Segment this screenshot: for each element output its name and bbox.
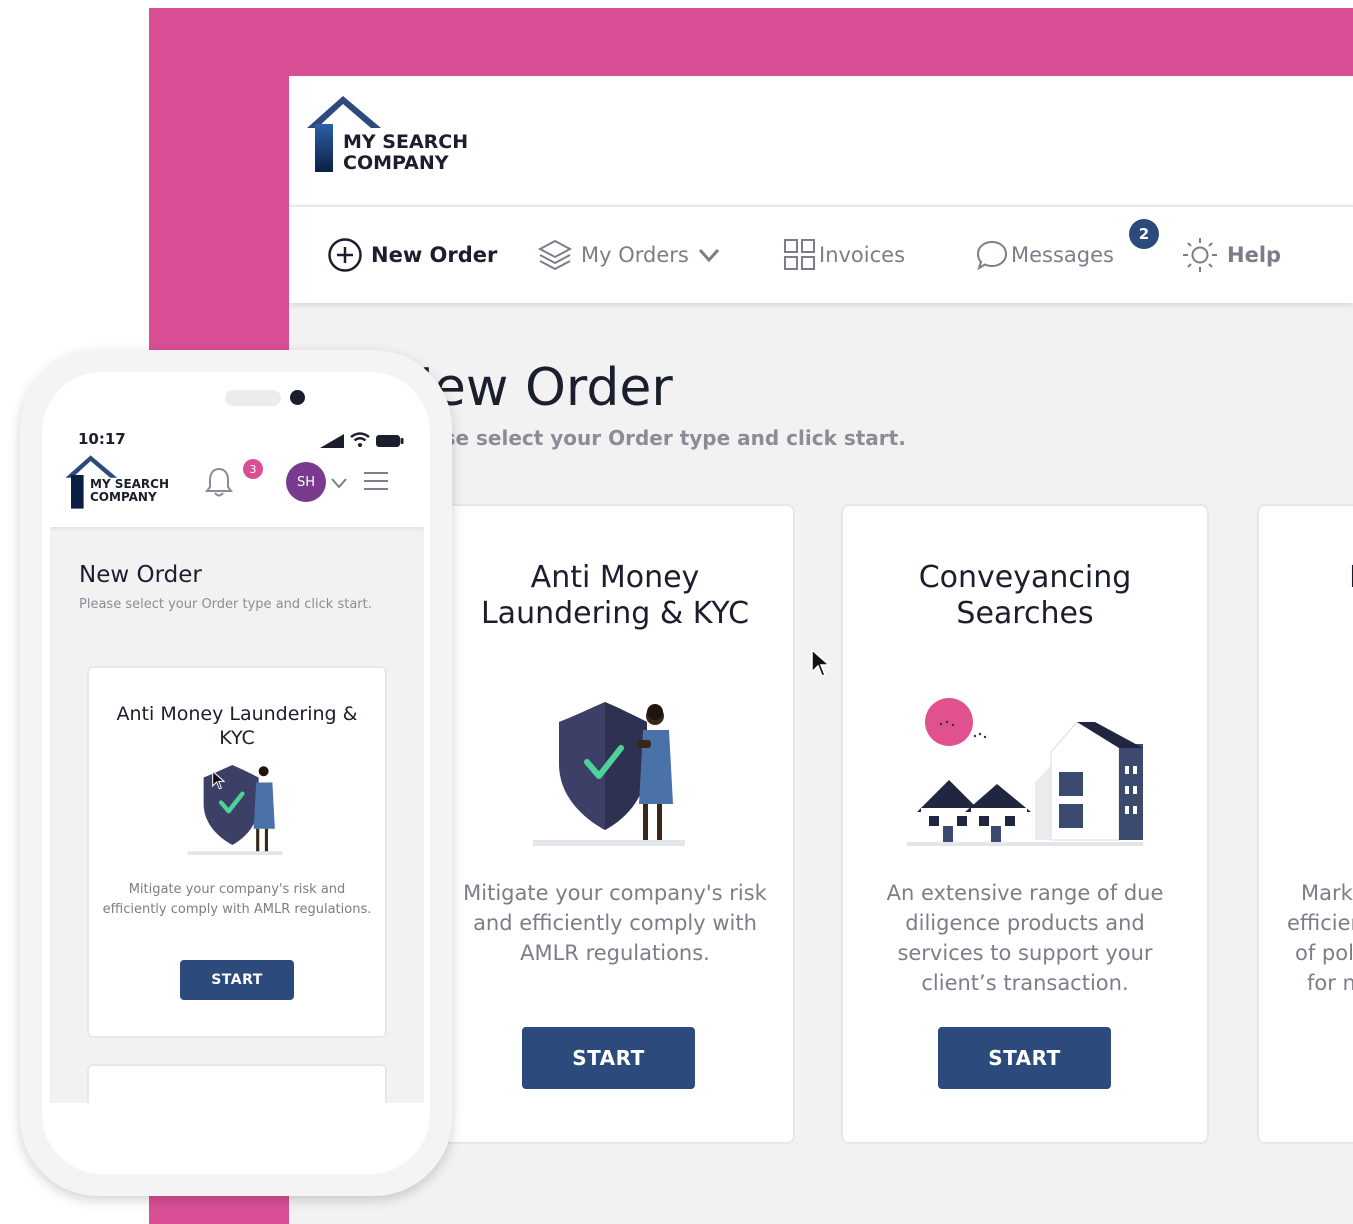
card-description-line: of pol xyxy=(1295,941,1353,965)
cursor-icon xyxy=(811,648,830,677)
chat-bubble-icon xyxy=(976,240,1008,271)
app-header: MY SEARCH COMPANY xyxy=(289,76,1353,204)
nav-messages[interactable]: Messages xyxy=(975,207,1114,303)
logo-text-line2: COMPANY xyxy=(90,490,157,504)
signal-icon xyxy=(320,434,344,448)
shield-woman-illustration xyxy=(187,765,283,855)
card-title-line: Laundering & KYC xyxy=(480,596,750,631)
mobile-page-subtitle: Please select your Order type and click … xyxy=(79,597,372,612)
status-time: 10:17 xyxy=(78,430,126,448)
nav-new-order-label: New Order xyxy=(371,243,498,267)
phone-camera xyxy=(290,390,305,405)
card-description-line: services to support your xyxy=(897,941,1153,965)
nav-my-orders[interactable]: My Orders xyxy=(537,207,721,303)
grid-icon xyxy=(784,239,815,270)
card-description-line: and efficiently comply with xyxy=(473,911,757,935)
mobile-card-description: Mitigate your company's risk and efficie… xyxy=(102,882,372,917)
nav-invoices[interactable]: Invoices xyxy=(783,207,905,303)
card-description-line: diligence products and xyxy=(905,911,1145,935)
card-title: I xyxy=(1349,560,1353,596)
nav-messages-label: Messages xyxy=(1011,243,1114,267)
card-description: Mark efficier of pol for n xyxy=(1287,878,1353,998)
page-subtitle: Please select your Order type and click … xyxy=(395,426,906,450)
card-title-line: Anti Money xyxy=(530,560,700,595)
phone-mockup: 10:17 MY SEARCH COMPANY 3 SH New Order P… xyxy=(20,350,452,1196)
card-title: Anti Money Laundering & KYC xyxy=(437,560,793,632)
mobile-header: 10:17 MY SEARCH COMPANY 3 SH xyxy=(50,372,424,527)
chevron-down-icon[interactable] xyxy=(697,243,721,267)
order-card-aml[interactable]: Anti Money Laundering & KYC Mitigate you… xyxy=(435,504,795,1144)
mobile-start-button[interactable]: START xyxy=(180,960,294,1000)
mobile-order-card-aml[interactable]: Anti Money Laundering & KYC Mitigate you… xyxy=(87,666,387,1038)
card-description-line: client’s transaction. xyxy=(921,971,1129,995)
order-card-partial[interactable]: I Mark efficier of pol for n xyxy=(1257,504,1353,1144)
company-logo[interactable]: MY SEARCH COMPANY xyxy=(305,94,485,174)
nav-new-order[interactable]: New Order xyxy=(327,207,497,303)
card-description-line: Mark xyxy=(1301,881,1353,905)
card-description-line: An extensive range of due xyxy=(886,881,1164,905)
start-button-conveyancing[interactable]: START xyxy=(938,1027,1111,1089)
logo-text-line1: MY SEARCH xyxy=(343,131,469,153)
card-description-line: AMLR regulations. xyxy=(520,941,710,965)
messages-count-badge: 2 xyxy=(1129,219,1159,249)
notifications-count-badge: 3 xyxy=(243,459,263,479)
nav-help[interactable]: Help xyxy=(1181,207,1281,303)
avatar[interactable]: SH xyxy=(286,462,326,502)
nav-invoices-label: Invoices xyxy=(819,243,906,267)
phone-screen-frame: 10:17 MY SEARCH COMPANY 3 SH New Order P… xyxy=(42,372,430,1174)
mobile-app-screen: 10:17 MY SEARCH COMPANY 3 SH New Order P… xyxy=(50,372,424,1103)
sun-icon xyxy=(1183,238,1217,272)
chevron-down-icon[interactable] xyxy=(330,476,348,490)
card-description-line: efficier xyxy=(1287,911,1353,935)
plus-circle-icon xyxy=(328,238,362,272)
start-button-aml[interactable]: START xyxy=(522,1027,695,1089)
nav-help-label: Help xyxy=(1227,243,1282,267)
mobile-card-title: Anti Money Laundering & KYC xyxy=(116,703,358,749)
battery-icon xyxy=(376,435,404,447)
order-card-conveyancing[interactable]: Conveyancing Searches An extensive range… xyxy=(841,504,1209,1144)
card-description: An extensive range of due diligence prod… xyxy=(843,878,1207,998)
main-navigation: New Order My Orders Invoices Messages 2 … xyxy=(289,206,1353,303)
logo-text-line2: COMPANY xyxy=(343,152,449,174)
mobile-page-title: New Order xyxy=(79,562,202,588)
card-title: Conveyancing Searches xyxy=(843,560,1207,632)
hamburger-icon[interactable] xyxy=(362,470,390,492)
card-description-line: Mitigate your company's risk xyxy=(463,881,767,905)
layers-icon xyxy=(537,239,573,271)
bell-icon[interactable] xyxy=(204,466,234,498)
shield-woman-illustration xyxy=(533,702,685,846)
houses-illustration xyxy=(907,698,1143,846)
mobile-company-logo[interactable]: MY SEARCH COMPANY xyxy=(64,454,194,510)
card-title-line: Conveyancing xyxy=(918,560,1132,595)
phone-speaker xyxy=(225,390,281,406)
card-title-line: Searches xyxy=(956,596,1094,631)
wifi-icon xyxy=(350,432,370,447)
card-description: Mitigate your company's risk and efficie… xyxy=(437,878,793,968)
cursor-icon xyxy=(212,770,225,790)
nav-my-orders-label: My Orders xyxy=(581,243,689,267)
mobile-order-card-next[interactable] xyxy=(87,1064,387,1103)
card-description-line: for n xyxy=(1307,971,1353,995)
